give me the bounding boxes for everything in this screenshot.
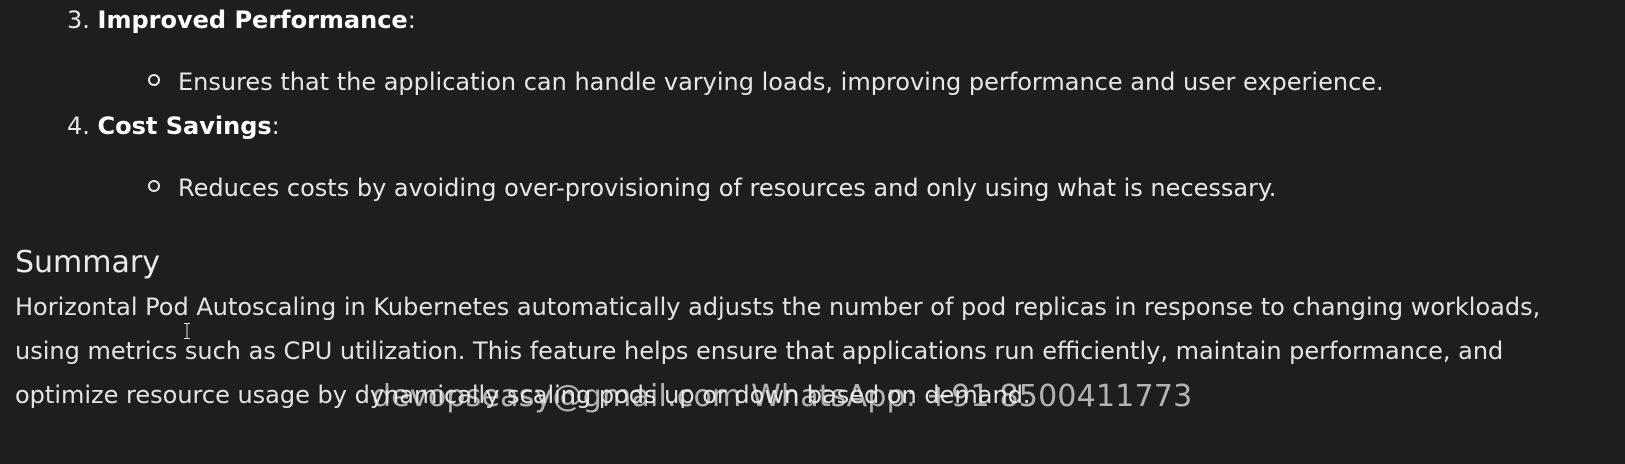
list-item-colon: :: [271, 112, 280, 140]
hollow-circle-bullet-icon: [148, 180, 160, 192]
list-item-improved-performance: 3. Improved Performance:: [67, 5, 416, 35]
list-item-cost-savings: 4. Cost Savings:: [67, 111, 280, 141]
bullet-text: Ensures that the application can handle …: [178, 68, 1384, 96]
list-item-colon: :: [407, 6, 416, 34]
bullet-text: Reduces costs by avoiding over-provision…: [178, 174, 1277, 202]
document-view: 3. Improved Performance: Ensures that th…: [0, 0, 1625, 464]
hollow-circle-bullet-icon: [148, 74, 160, 86]
summary-heading: Summary: [15, 245, 160, 280]
summary-paragraph-line-2: using metrics such as CPU utilization. T…: [15, 337, 1504, 365]
list-number: 4.: [67, 112, 90, 140]
bullet-item-performance: Ensures that the application can handle …: [148, 67, 1384, 97]
list-number: 3.: [67, 6, 90, 34]
list-item-title: Improved Performance: [97, 6, 408, 34]
list-item-title: Cost Savings: [97, 112, 272, 140]
text-cursor-icon: [184, 323, 190, 339]
watermark-text: devopseasy@gmail.com WhatsApp: +91 85004…: [372, 379, 1193, 414]
bullet-item-cost: Reduces costs by avoiding over-provision…: [148, 173, 1276, 203]
summary-paragraph-line-1: Horizontal Pod Autoscaling in Kubernetes…: [15, 293, 1541, 321]
